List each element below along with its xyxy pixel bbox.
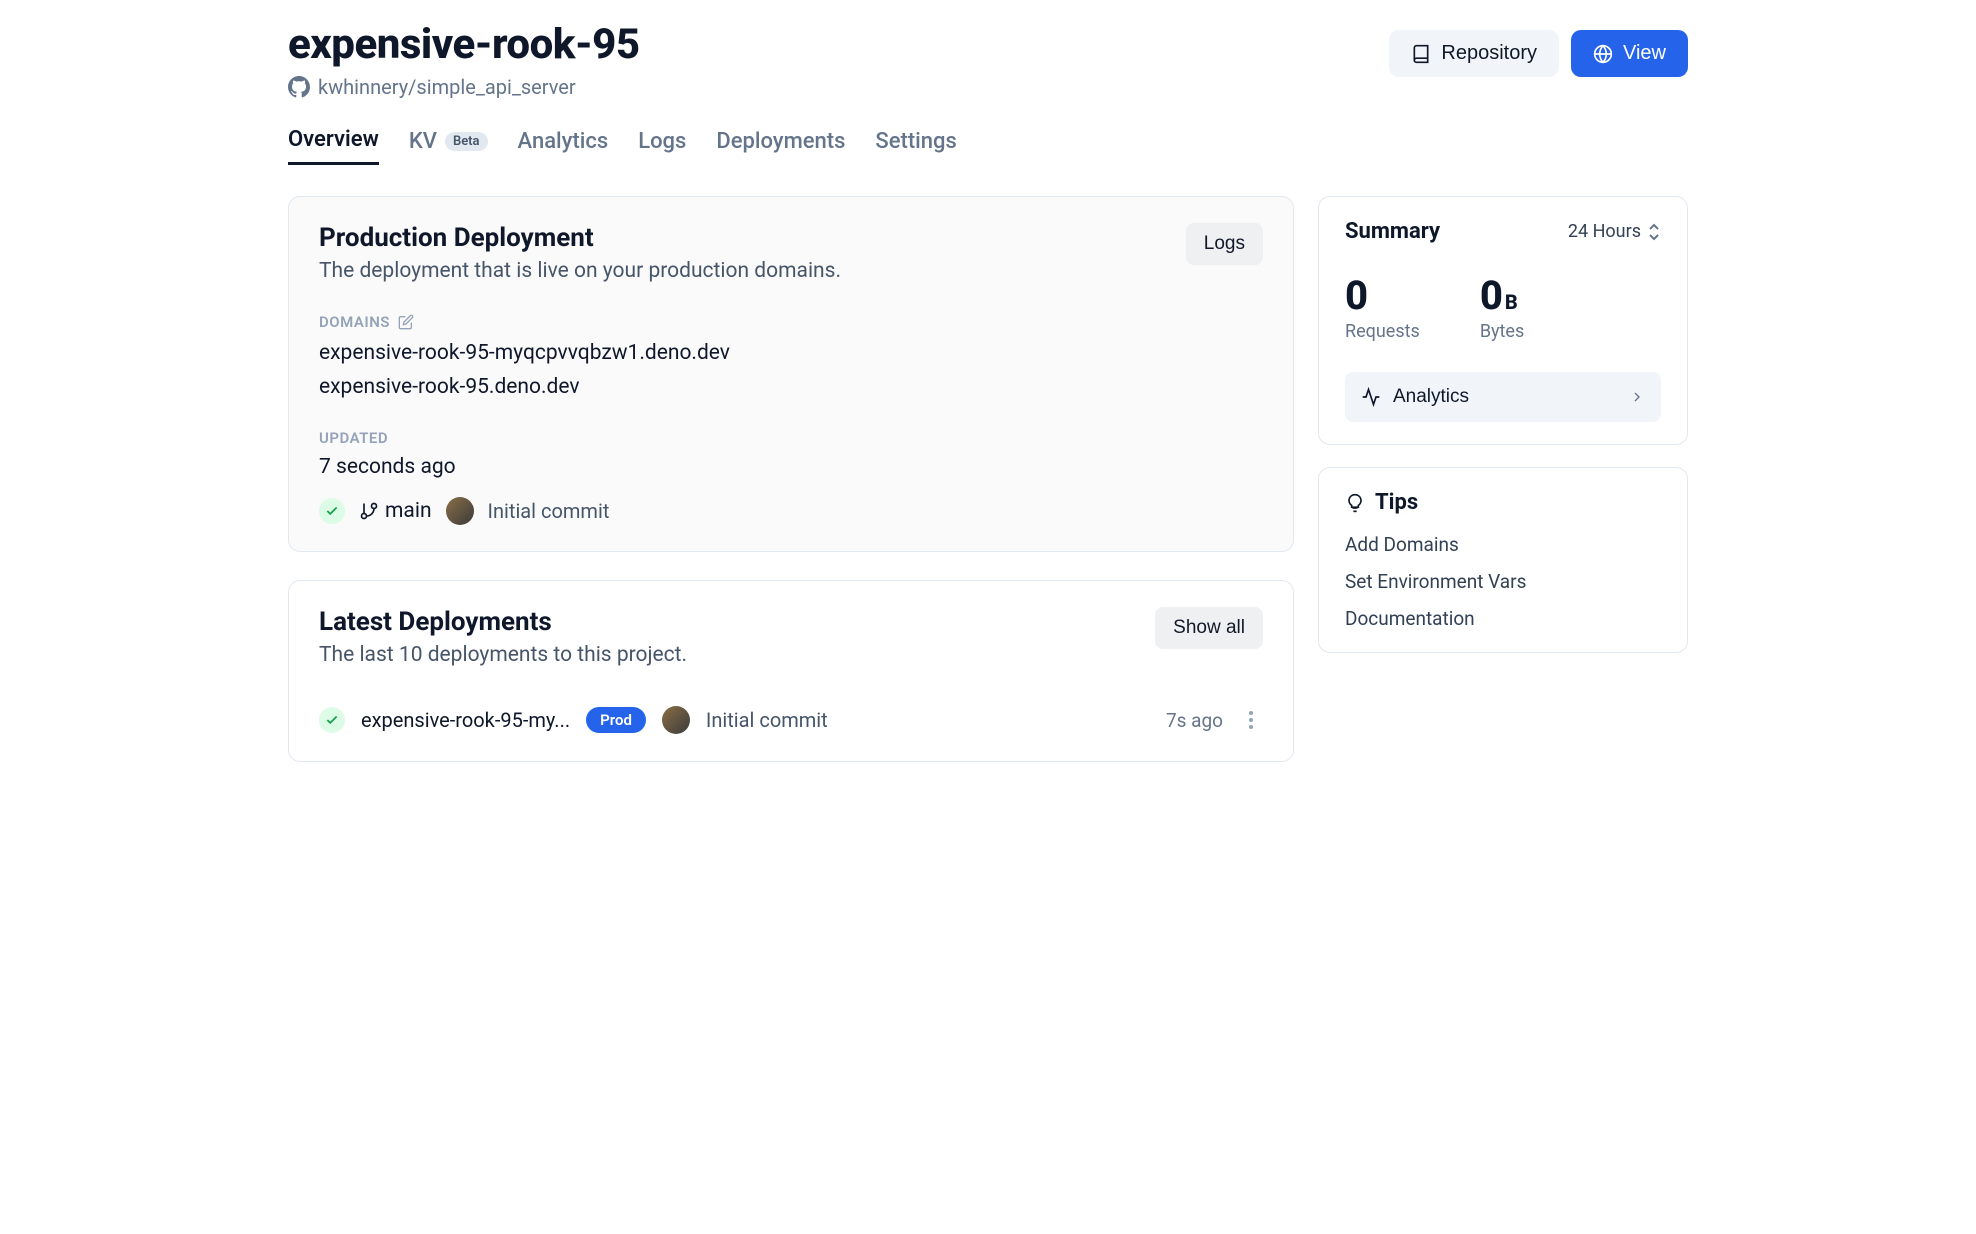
tab-analytics[interactable]: Analytics	[518, 127, 609, 165]
tab-settings[interactable]: Settings	[875, 127, 956, 165]
requests-metric: 0 Requests	[1345, 272, 1420, 342]
summary-card: Summary 24 Hours 0 Requests	[1318, 196, 1688, 445]
bytes-value: 0	[1480, 272, 1503, 319]
bytes-metric: 0B Bytes	[1480, 272, 1524, 342]
tip-link-documentation[interactable]: Documentation	[1345, 607, 1661, 630]
tab-label: Settings	[875, 129, 956, 154]
activity-icon	[1361, 387, 1381, 407]
latest-deployments-card: Latest Deployments The last 10 deploymen…	[288, 580, 1294, 762]
tab-label: Deployments	[716, 129, 845, 154]
deployment-row[interactable]: expensive-rook-95-my... Prod Initial com…	[319, 705, 1263, 735]
tab-overview[interactable]: Overview	[288, 127, 379, 165]
lightbulb-icon	[1345, 493, 1365, 513]
more-icon[interactable]	[1239, 705, 1263, 735]
domain-link[interactable]: expensive-rook-95.deno.dev	[319, 375, 1263, 399]
time-range-select[interactable]: 24 Hours	[1568, 221, 1661, 242]
project-title: expensive-rook-95	[288, 20, 640, 69]
show-all-button[interactable]: Show all	[1155, 607, 1263, 649]
tabs: Overview KV Beta Analytics Logs Deployments Se…	[288, 127, 1688, 166]
repository-button[interactable]: Repository	[1389, 30, 1559, 77]
chevron-updown-icon	[1647, 223, 1661, 241]
globe-icon	[1593, 44, 1613, 64]
repository-icon	[1411, 44, 1431, 64]
production-deployment-card: Production Deployment The deployment tha…	[288, 196, 1294, 552]
repo-path: kwhinnery/simple_api_server	[318, 75, 576, 99]
repository-button-label: Repository	[1441, 42, 1537, 65]
tips-card: Tips Add Domains Set Environment Vars Do…	[1318, 467, 1688, 653]
status-success-icon	[319, 498, 345, 524]
analytics-button[interactable]: Analytics	[1345, 372, 1661, 422]
updated-label: UPDATED	[319, 429, 1263, 447]
tab-deployments[interactable]: Deployments	[716, 127, 845, 165]
tab-label: Overview	[288, 127, 379, 152]
summary-title: Summary	[1345, 219, 1440, 244]
commit-message: Initial commit	[488, 499, 610, 523]
edit-icon[interactable]	[398, 314, 414, 330]
github-icon	[288, 76, 310, 98]
avatar	[446, 497, 474, 525]
deployment-name: expensive-rook-95-my...	[361, 708, 570, 732]
requests-value: 0	[1345, 272, 1420, 319]
beta-badge: Beta	[445, 132, 488, 151]
branch[interactable]: main	[359, 499, 432, 523]
time-range-label: 24 Hours	[1568, 221, 1641, 242]
tab-label: Analytics	[518, 129, 609, 154]
repo-link[interactable]: kwhinnery/simple_api_server	[288, 75, 640, 99]
view-button[interactable]: View	[1571, 30, 1688, 77]
status-success-icon	[319, 707, 345, 733]
analytics-button-label: Analytics	[1393, 386, 1469, 408]
updated-value: 7 seconds ago	[319, 455, 1263, 479]
tab-logs[interactable]: Logs	[638, 127, 686, 165]
tab-label: KV	[409, 129, 437, 154]
latest-title: Latest Deployments	[319, 607, 687, 637]
chevron-right-icon	[1629, 389, 1645, 405]
branch-name: main	[385, 499, 432, 523]
git-branch-icon	[359, 501, 379, 521]
domain-link[interactable]: expensive-rook-95-myqcpvvqbzw1.deno.dev	[319, 341, 1263, 365]
deployment-commit: Initial commit	[706, 708, 828, 732]
bytes-unit: B	[1505, 290, 1518, 314]
env-badge: Prod	[586, 707, 646, 733]
tab-kv[interactable]: KV Beta	[409, 127, 488, 165]
tip-link-env-vars[interactable]: Set Environment Vars	[1345, 570, 1661, 593]
production-subtitle: The deployment that is live on your prod…	[319, 259, 841, 283]
tab-label: Logs	[638, 129, 686, 154]
latest-subtitle: The last 10 deployments to this project.	[319, 643, 687, 667]
requests-label: Requests	[1345, 321, 1420, 342]
tip-link-add-domains[interactable]: Add Domains	[1345, 533, 1661, 556]
view-button-label: View	[1623, 42, 1666, 65]
bytes-label: Bytes	[1480, 321, 1524, 342]
avatar	[662, 706, 690, 734]
deployment-time: 7s ago	[1166, 709, 1223, 732]
logs-button[interactable]: Logs	[1186, 223, 1263, 265]
domains-label: DOMAINS	[319, 313, 1263, 331]
tips-title: Tips	[1375, 490, 1418, 515]
production-title: Production Deployment	[319, 223, 841, 253]
